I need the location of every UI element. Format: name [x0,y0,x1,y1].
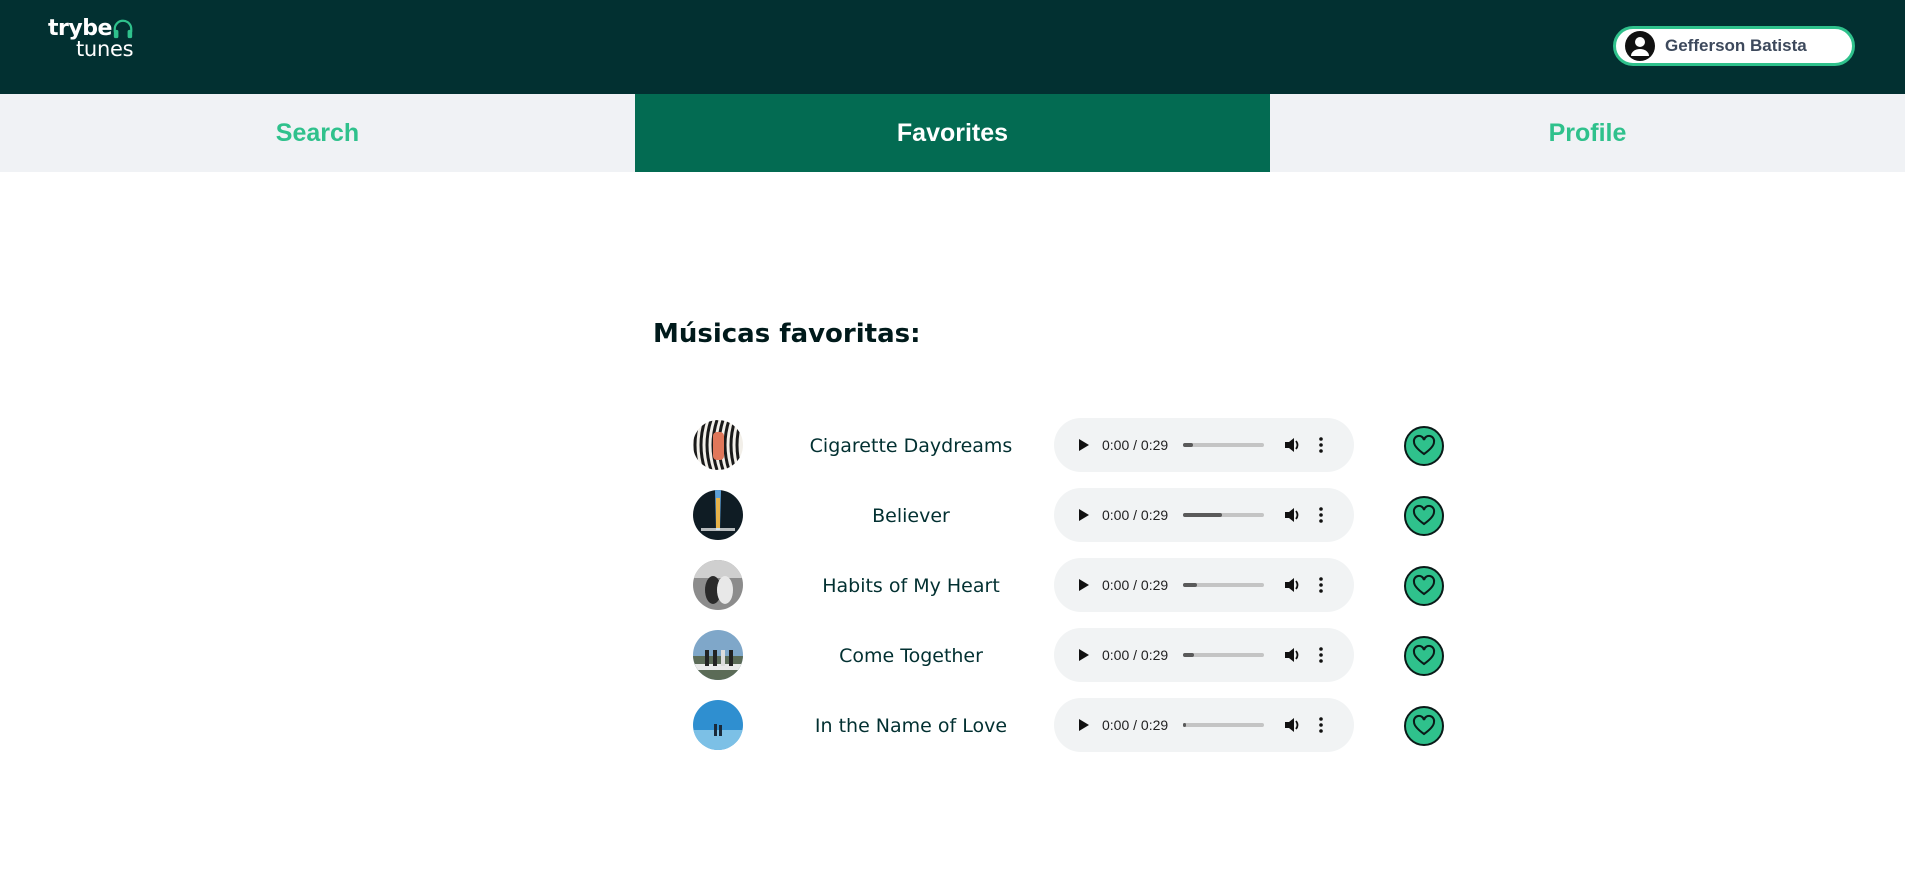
volume-icon[interactable] [1282,575,1302,595]
track-row: Habits of My Heart 0:00 / 0:29 [653,558,1444,614]
favorite-toggle[interactable] [1404,426,1444,466]
more-options-icon[interactable] [1317,575,1325,595]
heart-icon [1412,644,1436,666]
play-icon[interactable] [1073,645,1093,665]
user-avatar-icon [1625,31,1655,61]
seek-progress [1183,723,1187,727]
seek-slider[interactable] [1183,653,1264,657]
heart-icon [1412,434,1436,456]
volume-icon[interactable] [1282,715,1302,735]
seek-progress [1183,443,1193,447]
seek-slider[interactable] [1183,513,1264,517]
more-options-icon[interactable] [1317,715,1325,735]
player-time: 0:00 / 0:29 [1102,507,1169,523]
album-cover-image [693,420,743,470]
top-header: trybe tunes Gefferson Batista [0,0,1905,94]
favorite-toggle[interactable] [1404,706,1444,746]
player-time: 0:00 / 0:29 [1102,717,1169,733]
track-title: Cigarette Daydreams [809,435,1013,457]
track-title: In the Name of Love [814,715,1008,737]
seek-progress [1183,513,1222,517]
trybe-tunes-logo: trybe tunes [48,16,138,64]
seek-slider[interactable] [1183,723,1264,727]
user-name: Gefferson Batista [1665,36,1807,55]
audio-player[interactable]: 0:00 / 0:29 [1054,698,1354,752]
tab-search[interactable]: Search [0,94,635,172]
seek-progress [1183,653,1195,657]
play-icon[interactable] [1073,435,1093,455]
seek-slider[interactable] [1183,443,1264,447]
heart-icon [1412,574,1436,596]
audio-player[interactable]: 0:00 / 0:29 [1054,628,1354,682]
audio-player[interactable]: 0:00 / 0:29 [1054,558,1354,612]
volume-icon[interactable] [1282,645,1302,665]
track-row: Cigarette Daydreams 0:00 / 0:29 [653,418,1444,474]
more-options-icon[interactable] [1317,505,1325,525]
play-icon[interactable] [1073,505,1093,525]
heart-icon [1412,714,1436,736]
volume-icon[interactable] [1282,435,1302,455]
track-row: Believer 0:00 / 0:29 [653,488,1444,544]
audio-player[interactable]: 0:00 / 0:29 [1054,488,1354,542]
page-title: Músicas favoritas: [653,319,921,349]
tab-favorites[interactable]: Favorites [635,94,1270,172]
track-title: Believer [872,505,950,527]
favorite-toggle[interactable] [1404,496,1444,536]
album-cover-image [693,560,743,610]
main-nav: Search Favorites Profile [0,94,1905,172]
favorite-toggle[interactable] [1404,636,1444,676]
player-time: 0:00 / 0:29 [1102,437,1169,453]
more-options-icon[interactable] [1317,435,1325,455]
album-cover-image [693,700,743,750]
audio-player[interactable]: 0:00 / 0:29 [1054,418,1354,472]
logo-text-tunes: tunes [76,37,134,61]
track-title: Come Together [839,645,983,667]
seek-slider[interactable] [1183,583,1264,587]
player-time: 0:00 / 0:29 [1102,647,1169,663]
track-title: Habits of My Heart [822,575,1000,597]
track-row: In the Name of Love 0:00 / 0:29 [653,698,1444,754]
heart-icon [1412,504,1436,526]
play-icon[interactable] [1073,715,1093,735]
player-time: 0:00 / 0:29 [1102,577,1169,593]
album-cover-image [693,490,743,540]
favorite-toggle[interactable] [1404,566,1444,606]
more-options-icon[interactable] [1317,645,1325,665]
seek-progress [1183,583,1197,587]
volume-icon[interactable] [1282,505,1302,525]
user-profile-badge[interactable]: Gefferson Batista [1613,26,1855,66]
track-row: Come Together 0:00 / 0:29 [653,628,1444,684]
play-icon[interactable] [1073,575,1093,595]
album-cover-image [693,630,743,680]
tab-profile[interactable]: Profile [1270,94,1905,172]
